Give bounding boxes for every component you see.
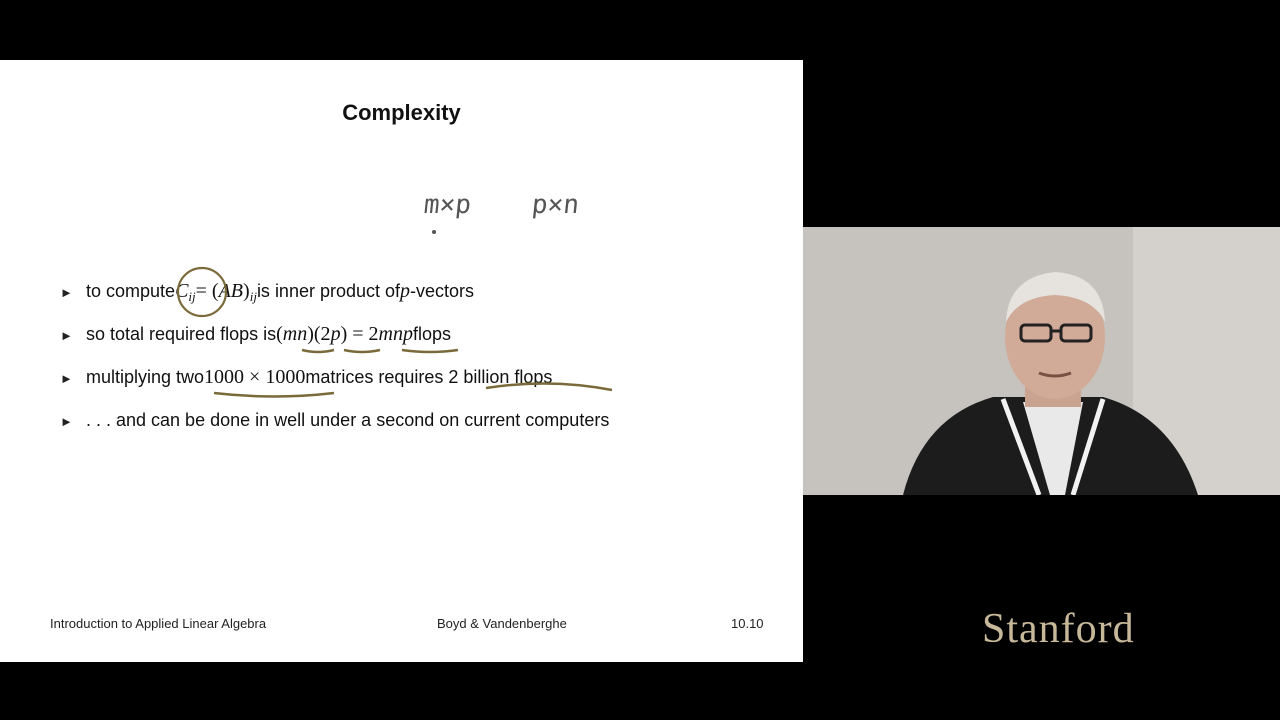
bullet-text: is inner product of [256, 281, 401, 301]
bullet-marker-icon: ► [60, 371, 73, 386]
bullet-marker-icon: ► [60, 414, 73, 429]
footer-authors: Boyd & Vandenberghe [437, 616, 567, 631]
bullet-compute-cij: ► to compute Cij = ( AB )ij is inner pro… [60, 280, 474, 305]
math-close: )ij [243, 280, 257, 304]
math-p: p [400, 280, 411, 302]
math-paren: ( [276, 323, 283, 345]
math-p: p [330, 323, 341, 345]
bullet-fast-computers: ► . . . and can be done in well under a … [60, 410, 609, 431]
math-eq: ) = 2 [340, 323, 379, 345]
bullet-text: multiplying two [86, 367, 205, 387]
math-eq: = ( [195, 280, 219, 302]
bullet-text: to compute [86, 281, 176, 301]
ink-underline-1000 [213, 391, 335, 398]
handwritten-dims-right: p×n [530, 190, 581, 220]
bullet-multiplying: ► multiplying two 1000 × 1000 matrices r… [60, 366, 552, 389]
bullet-text: matrices requires 2 billion flops [305, 367, 553, 387]
ink-annotations [176, 230, 613, 398]
math-mnp: mnp [378, 323, 413, 345]
bullet-text: -vectors [410, 281, 475, 301]
bullet-text: flops [412, 324, 451, 344]
bullet-text: so total required flops is [86, 324, 277, 344]
bullet-marker-icon: ► [60, 328, 73, 343]
slide-title: Complexity [342, 100, 461, 125]
ink-underline-mn [301, 348, 335, 354]
bullet-total-flops: ► so total required flops is ( mn )(2 p … [60, 323, 451, 346]
ink-underline-2mnp [401, 348, 459, 354]
math-c: Cij [175, 280, 196, 304]
math-mn: mn [282, 323, 308, 345]
bullet-text: . . . and can be done in well under a se… [86, 410, 610, 430]
webcam-video [803, 227, 1280, 495]
stanford-logo: Stanford [982, 606, 1135, 652]
footer-course-title: Introduction to Applied Linear Algebra [50, 616, 267, 631]
ink-dot [432, 230, 436, 234]
slide: Complexity m×p p×n ► to compute Cij = ( … [0, 60, 803, 662]
presenter-image [803, 227, 1280, 495]
bullet-marker-icon: ► [60, 285, 73, 300]
footer-page-number: 10.10 [731, 616, 764, 631]
handwritten-dims-left: m×p [422, 190, 473, 220]
ink-underline-2p [343, 348, 381, 354]
math-mid: )(2 [307, 323, 331, 345]
math-1000x1000: 1000 × 1000 [204, 366, 306, 388]
math-ab: AB [218, 280, 244, 302]
